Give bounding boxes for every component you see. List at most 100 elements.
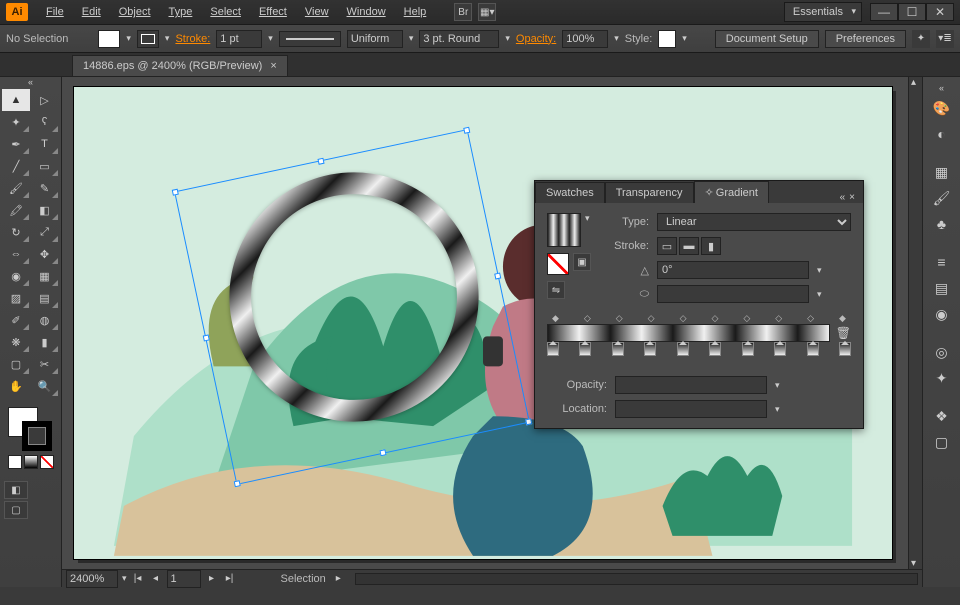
- menu-effect[interactable]: Effect: [251, 2, 295, 22]
- transparency-panel-icon[interactable]: ◉: [930, 303, 954, 325]
- next-artboard-button[interactable]: ▸: [205, 573, 219, 584]
- eyedropper-tool[interactable]: ✐: [2, 309, 30, 331]
- gradient-stop[interactable]: [677, 342, 689, 356]
- panel-menu-icon[interactable]: ▾≣: [936, 30, 954, 48]
- brushes-panel-icon[interactable]: 🖌: [930, 187, 954, 209]
- stroke-label[interactable]: Stroke:: [175, 33, 210, 45]
- gradient-type-select[interactable]: Linear: [657, 213, 851, 231]
- tab-swatches[interactable]: Swatches: [535, 182, 605, 203]
- workspace-switcher[interactable]: Essentials: [784, 2, 862, 22]
- paintbrush-tool[interactable]: 🖌: [2, 177, 30, 199]
- stroke-color[interactable]: [22, 421, 52, 451]
- pen-tool[interactable]: ✒: [2, 133, 30, 155]
- angle-input[interactable]: [657, 261, 809, 279]
- gradient-stop[interactable]: [612, 342, 624, 356]
- rectangle-tool[interactable]: ▭: [31, 155, 59, 177]
- stroke-along-button[interactable]: ▬: [679, 237, 699, 255]
- gradient-stop[interactable]: [742, 342, 754, 356]
- menu-view[interactable]: View: [297, 2, 337, 22]
- artboard-tool[interactable]: ▢: [2, 353, 30, 375]
- hand-tool[interactable]: ✋: [2, 375, 30, 397]
- graphic-styles-panel-icon[interactable]: ✦: [930, 367, 954, 389]
- eraser-tool[interactable]: ◧: [31, 199, 59, 221]
- gradient-stop[interactable]: [839, 342, 851, 356]
- shape-builder-tool[interactable]: ◉: [2, 265, 30, 287]
- magic-wand-tool[interactable]: ✦: [2, 111, 30, 133]
- gradient-none-button[interactable]: [547, 253, 569, 275]
- direct-selection-tool[interactable]: ▷: [31, 89, 59, 111]
- artboard-number[interactable]: [167, 570, 201, 588]
- none-mode[interactable]: [40, 455, 54, 469]
- menu-type[interactable]: Type: [161, 2, 201, 22]
- close-button[interactable]: ✕: [926, 3, 954, 21]
- stroke-across-button[interactable]: ▮: [701, 237, 721, 255]
- pencil-tool[interactable]: ✎: [31, 177, 59, 199]
- menu-object[interactable]: Object: [111, 2, 159, 22]
- selection-tool[interactable]: ▲: [2, 89, 30, 111]
- selection-bounds[interactable]: [174, 129, 530, 485]
- menu-edit[interactable]: Edit: [74, 2, 109, 22]
- variable-width-profile[interactable]: [279, 31, 341, 47]
- style-swatch[interactable]: [658, 30, 676, 48]
- fill-stroke-picker[interactable]: [4, 407, 57, 455]
- color-guide-panel-icon[interactable]: ◐: [930, 123, 954, 145]
- free-transform-tool[interactable]: ✥: [31, 243, 59, 265]
- appearance-panel-icon[interactable]: ◎: [930, 341, 954, 363]
- menu-select[interactable]: Select: [202, 2, 249, 22]
- rotate-tool[interactable]: ↻: [2, 221, 30, 243]
- menu-help[interactable]: Help: [396, 2, 435, 22]
- column-graph-tool[interactable]: ▮: [31, 331, 59, 353]
- fill-swatch[interactable]: [98, 30, 120, 48]
- bridge-icon[interactable]: Br: [454, 3, 472, 21]
- gradient-stop[interactable]: [547, 342, 559, 356]
- artboards-panel-icon[interactable]: ▢: [930, 431, 954, 453]
- first-artboard-button[interactable]: |◂: [131, 573, 145, 584]
- swatches-panel-icon[interactable]: ▦: [930, 161, 954, 183]
- type-tool[interactable]: T: [31, 133, 59, 155]
- gradient-panel-icon[interactable]: ▤: [930, 277, 954, 299]
- reverse-gradient-icon[interactable]: ⇋: [547, 281, 565, 299]
- stroke-panel-icon[interactable]: ≡: [930, 251, 954, 273]
- tab-gradient[interactable]: ✧Gradient: [694, 181, 769, 203]
- line-tool[interactable]: ╱: [2, 155, 30, 177]
- toggle-icon[interactable]: ✦: [912, 30, 930, 48]
- arrange-icon[interactable]: ▦▾: [478, 3, 496, 21]
- preferences-button[interactable]: Preferences: [825, 30, 906, 48]
- gradient-fill-stroke-toggle[interactable]: ▣: [573, 253, 591, 271]
- document-setup-button[interactable]: Document Setup: [715, 30, 819, 48]
- gradient-preview-swatch[interactable]: [547, 213, 581, 247]
- gradient-tool[interactable]: ▤: [31, 287, 59, 309]
- stop-opacity-input[interactable]: [615, 376, 767, 394]
- tab-close-button[interactable]: ×: [270, 60, 276, 72]
- zoom-tool[interactable]: 🔍: [31, 375, 59, 397]
- gradient-stop[interactable]: [774, 342, 786, 356]
- stroke-swatch[interactable]: [137, 30, 159, 48]
- screen-mode-icon[interactable]: ▢: [4, 501, 28, 519]
- horizontal-scrollbar[interactable]: [355, 573, 918, 585]
- gradient-stop[interactable]: [644, 342, 656, 356]
- gradient-stop[interactable]: [807, 342, 819, 356]
- slice-tool[interactable]: ✂: [31, 353, 59, 375]
- opacity-input[interactable]: [562, 30, 608, 48]
- minimize-button[interactable]: —: [870, 3, 898, 21]
- panel-close-icon[interactable]: ×: [849, 192, 855, 203]
- aspect-input[interactable]: [657, 285, 809, 303]
- color-panel-icon[interactable]: 🎨: [930, 97, 954, 119]
- symbol-sprayer-tool[interactable]: ❋: [2, 331, 30, 353]
- panel-collapse-icon[interactable]: «: [840, 192, 846, 203]
- mesh-tool[interactable]: ▨: [2, 287, 30, 309]
- blend-tool[interactable]: ◍: [31, 309, 59, 331]
- stroke-within-button[interactable]: ▭: [657, 237, 677, 255]
- last-artboard-button[interactable]: ▸|: [223, 573, 237, 584]
- scale-tool[interactable]: ⤢: [31, 221, 59, 243]
- gradient-stop[interactable]: [579, 342, 591, 356]
- color-mode[interactable]: [8, 455, 22, 469]
- width-tool[interactable]: ⇔: [2, 243, 30, 265]
- tab-transparency[interactable]: Transparency: [605, 182, 694, 203]
- lasso-tool[interactable]: ʕ: [31, 111, 59, 133]
- perspective-tool[interactable]: ▦: [31, 265, 59, 287]
- symbols-panel-icon[interactable]: ♣: [930, 213, 954, 235]
- draw-mode-icon[interactable]: ◧: [4, 481, 28, 499]
- opacity-label[interactable]: Opacity:: [516, 33, 556, 45]
- document-tab[interactable]: 14886.eps @ 2400% (RGB/Preview) ×: [72, 55, 288, 76]
